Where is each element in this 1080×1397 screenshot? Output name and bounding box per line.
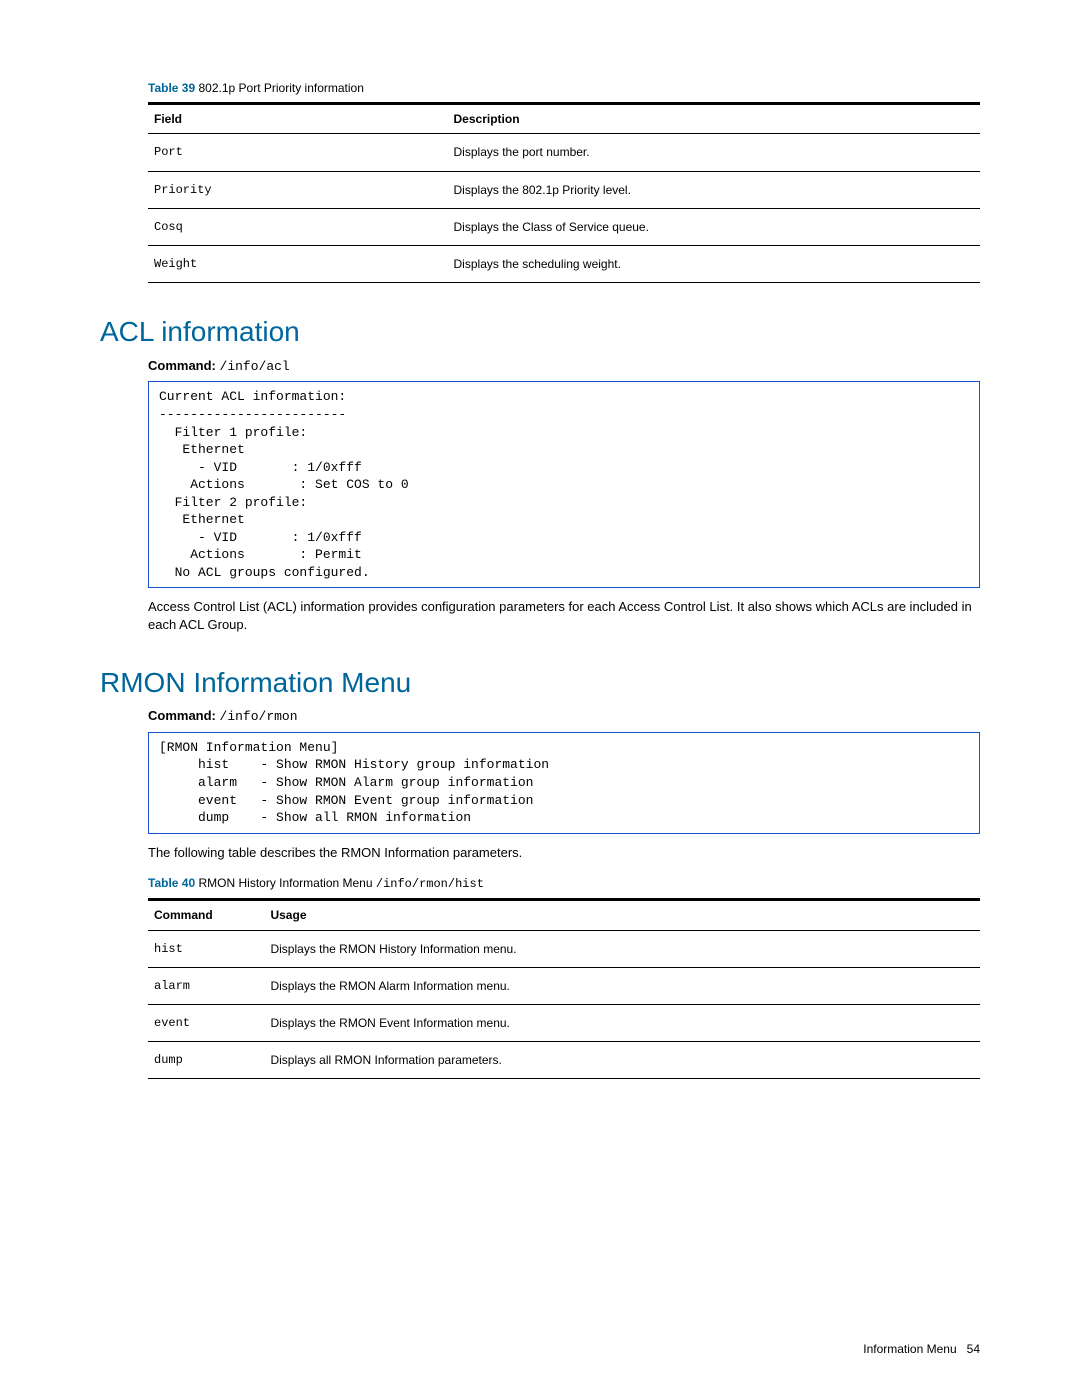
- desc-cell: Displays the Class of Service queue.: [448, 208, 980, 245]
- rmon-heading: RMON Information Menu: [100, 664, 980, 702]
- table-39: Field Description Port Displays the port…: [148, 102, 980, 283]
- page: Table 39 802.1p Port Priority informatio…: [0, 0, 1080, 1397]
- page-footer: Information Menu 54: [863, 1341, 980, 1357]
- footer-section: Information Menu: [863, 1342, 956, 1356]
- table-row: Priority Displays the 802.1p Priority le…: [148, 171, 980, 208]
- usage-cell: Displays the RMON History Information me…: [264, 930, 980, 967]
- field-cell: Weight: [148, 245, 448, 282]
- acl-output-box: Current ACL information: ---------------…: [148, 381, 980, 588]
- table-row: alarm Displays the RMON Alarm Informatio…: [148, 967, 980, 1004]
- cmd-cell: event: [148, 1004, 264, 1041]
- field-cell: Port: [148, 134, 448, 171]
- desc-cell: Displays the port number.: [448, 134, 980, 171]
- footer-page: 54: [967, 1342, 980, 1356]
- table-40-label: Table 40: [148, 876, 195, 890]
- rmon-paragraph: The following table describes the RMON I…: [148, 844, 980, 862]
- rmon-output-box: [RMON Information Menu] hist - Show RMON…: [148, 732, 980, 834]
- usage-cell: Displays all RMON Information parameters…: [264, 1042, 980, 1079]
- rmon-command-value: /info/rmon: [220, 709, 298, 724]
- acl-command-line: Command: /info/acl: [148, 357, 980, 376]
- acl-command-label: Command:: [148, 358, 216, 373]
- table-row: event Displays the RMON Event Informatio…: [148, 1004, 980, 1041]
- acl-heading: ACL information: [100, 313, 980, 351]
- table-row: Port Displays the port number.: [148, 134, 980, 171]
- acl-command-value: /info/acl: [220, 359, 290, 374]
- table-39-header-desc: Description: [448, 104, 980, 134]
- table-39-caption-text: 802.1p Port Priority information: [198, 81, 363, 95]
- rmon-command-label: Command:: [148, 708, 216, 723]
- table-40-caption-text: RMON History Information Menu: [198, 876, 372, 890]
- usage-cell: Displays the RMON Event Information menu…: [264, 1004, 980, 1041]
- acl-paragraph: Access Control List (ACL) information pr…: [148, 598, 980, 633]
- field-cell: Priority: [148, 171, 448, 208]
- rmon-command-line: Command: /info/rmon: [148, 707, 980, 726]
- table-39-caption: Table 39 802.1p Port Priority informatio…: [148, 80, 980, 96]
- table-row: Cosq Displays the Class of Service queue…: [148, 208, 980, 245]
- table-39-header-field: Field: [148, 104, 448, 134]
- table-39-label: Table 39: [148, 81, 195, 95]
- field-cell: Cosq: [148, 208, 448, 245]
- table-40-caption-code: /info/rmon/hist: [376, 877, 484, 891]
- table-row: Weight Displays the scheduling weight.: [148, 245, 980, 282]
- desc-cell: Displays the scheduling weight.: [448, 245, 980, 282]
- cmd-cell: dump: [148, 1042, 264, 1079]
- table-40-caption: Table 40 RMON History Information Menu /…: [148, 875, 980, 892]
- table-row: dump Displays all RMON Information param…: [148, 1042, 980, 1079]
- table-row: hist Displays the RMON History Informati…: [148, 930, 980, 967]
- cmd-cell: alarm: [148, 967, 264, 1004]
- usage-cell: Displays the RMON Alarm Information menu…: [264, 967, 980, 1004]
- table-40-header-usage: Usage: [264, 900, 980, 930]
- table-40-header-cmd: Command: [148, 900, 264, 930]
- table-40: Command Usage hist Displays the RMON His…: [148, 898, 980, 1079]
- desc-cell: Displays the 802.1p Priority level.: [448, 171, 980, 208]
- cmd-cell: hist: [148, 930, 264, 967]
